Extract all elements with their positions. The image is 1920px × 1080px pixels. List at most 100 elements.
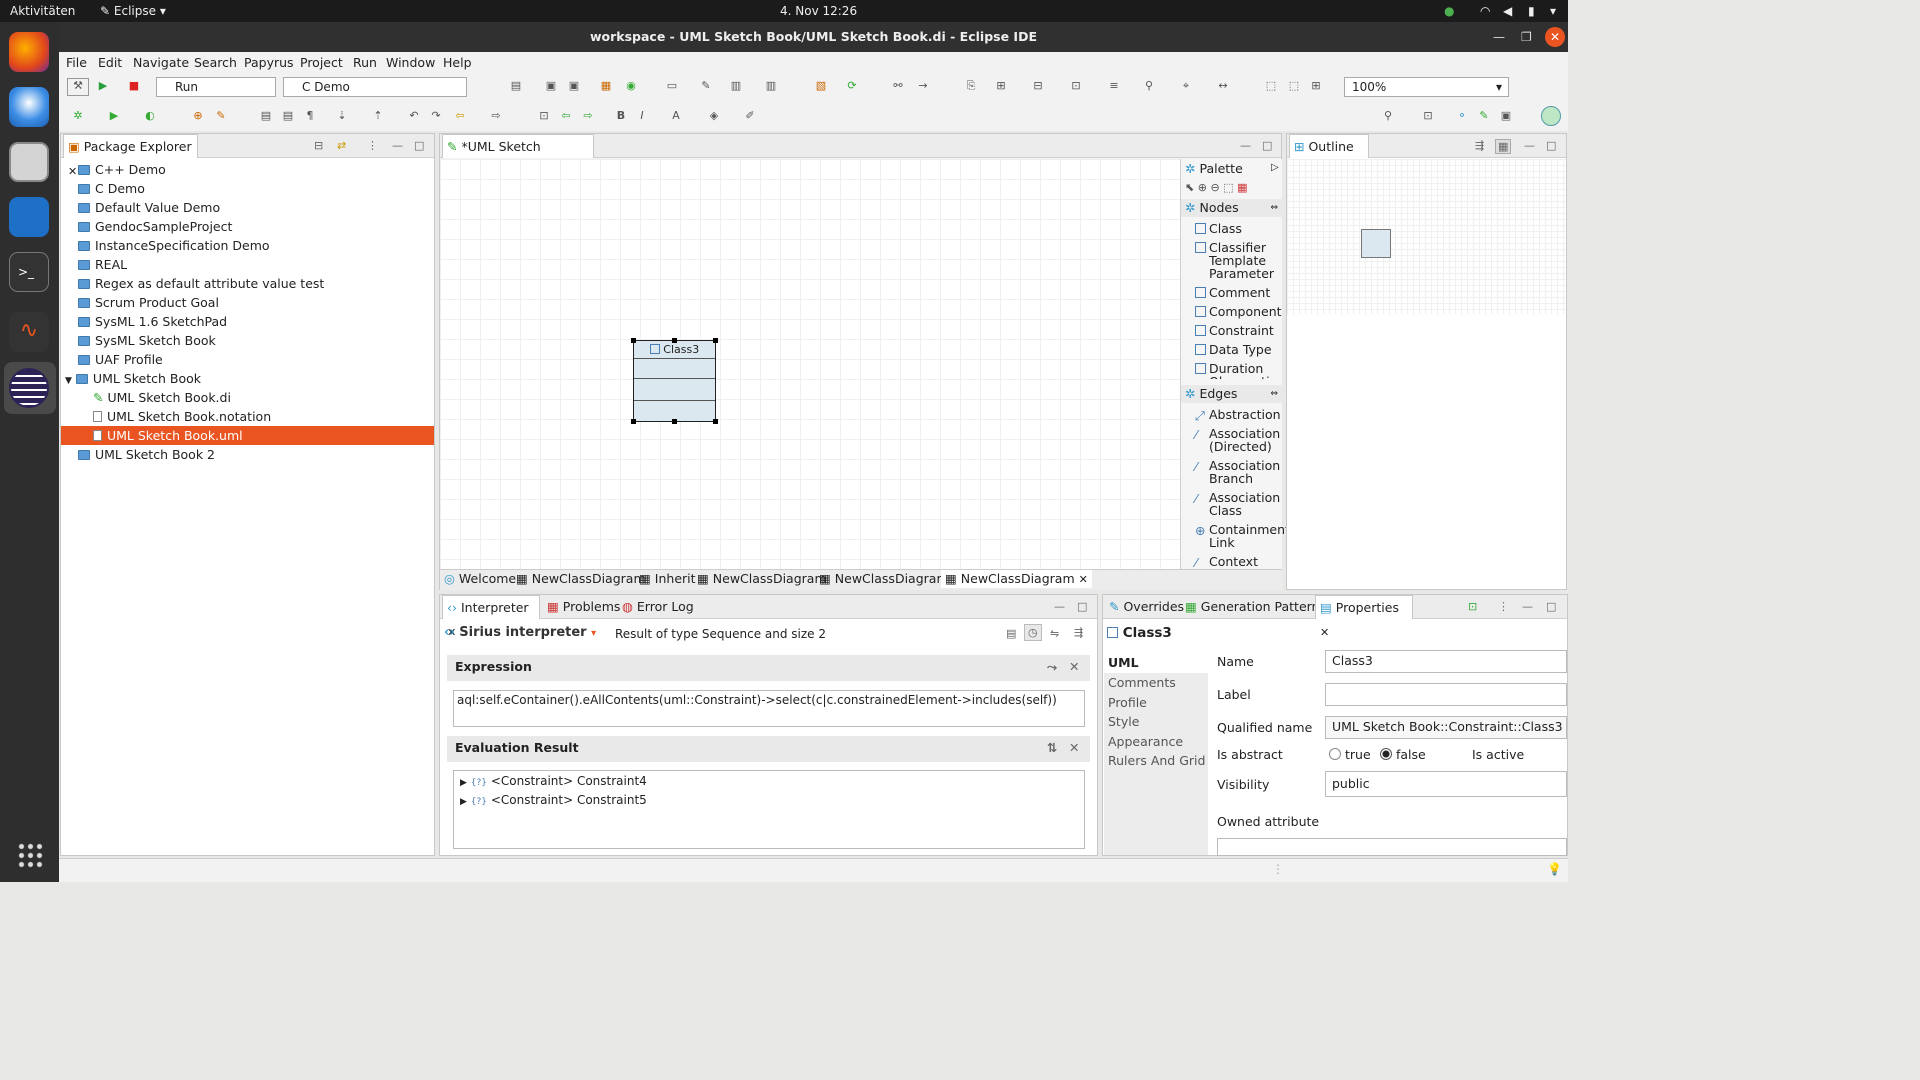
menu-help[interactable]: Help — [443, 55, 472, 70]
prev-annotation-icon[interactable]: ⇡ — [371, 109, 385, 123]
interpreter-select[interactable]: ‹› Sirius interpreter ▾ — [444, 625, 596, 640]
activities-button[interactable]: Aktivitäten — [10, 4, 75, 18]
search-icon[interactable]: ⚲ — [1381, 109, 1395, 123]
diagram-tab[interactable]: ▦ NewClassDiagram — [516, 570, 646, 588]
tab-uml-sketch-book-di[interactable]: ✎ *UML Sketch Book.di ✕ — [442, 134, 594, 178]
palette-item-association-directed[interactable]: ⁄ Association (Directed) — [1195, 427, 1281, 453]
close-icon[interactable]: ✕ — [68, 165, 77, 178]
build-icon[interactable]: ⚒ — [67, 78, 89, 96]
pin-icon[interactable]: ⇔ — [1270, 199, 1278, 217]
maximize-view-icon[interactable]: □ — [1546, 600, 1556, 613]
minimize-view-icon[interactable]: — — [392, 139, 403, 152]
perspective-papyrus-icon[interactable]: ✎ — [1477, 109, 1491, 123]
tree-item[interactable]: C Demo — [78, 179, 145, 198]
tab-problems[interactable]: ▦ Problems — [543, 595, 624, 619]
collapse-all-icon[interactable]: ⊟ — [314, 139, 323, 152]
tree-item[interactable]: REAL — [78, 255, 127, 274]
tree-item[interactable]: C++ Demo — [78, 160, 166, 179]
next-annotation-icon[interactable]: ⇣ — [335, 109, 349, 123]
palette-item-constraint[interactable]: Constraint — [1195, 324, 1274, 337]
palette-item-data-type[interactable]: Data Type — [1195, 343, 1272, 356]
redo-icon[interactable]: ↷ — [429, 109, 443, 123]
result-row[interactable]: ▶ {?} <Constraint> Constraint5 — [460, 793, 647, 807]
collapsed-arrow-icon[interactable]: ▶ — [460, 778, 467, 788]
diagram-tab-inherit[interactable]: ▦ Inherit — [639, 570, 696, 588]
view-menu-icon[interactable]: ⋮ — [1498, 600, 1509, 613]
perspective-debug-icon[interactable]: ▣ — [1499, 109, 1513, 123]
properties-category-uml[interactable]: UML — [1104, 653, 1208, 673]
minimize-icon[interactable]: — — [1493, 22, 1505, 52]
palette-item-association-branch[interactable]: ⁄ Association Branch — [1195, 459, 1281, 485]
diagram-tab-active[interactable]: ▦ NewClassDiagram ✕ — [941, 570, 1092, 588]
class-nested-compartment[interactable] — [634, 401, 715, 419]
properties-category-appearance[interactable]: Appearance — [1104, 732, 1208, 752]
diagram-canvas[interactable]: Class3 — [440, 159, 1180, 569]
tab-outline[interactable]: ⊞ Outline ✕ — [1289, 134, 1369, 178]
toggle-icon[interactable]: ▤ — [259, 109, 273, 123]
menu-search[interactable]: Search — [194, 55, 237, 70]
palette-item-abstraction[interactable]: ⤢ Abstraction — [1195, 408, 1281, 422]
palette-item-containment-link[interactable]: ⊕ Containment Link — [1195, 523, 1290, 549]
fill-color-icon[interactable]: ◈ — [707, 109, 721, 123]
arrange-icon[interactable]: ⊞ — [994, 79, 1008, 93]
owned-attribute-list[interactable] — [1217, 838, 1567, 856]
expression-input[interactable]: aql:self.eContainer().eAllContents(uml::… — [453, 690, 1085, 727]
close-icon[interactable]: ✕ — [1320, 626, 1329, 639]
volume-icon[interactable]: ◀ — [1503, 4, 1512, 18]
menu-project[interactable]: Project — [300, 55, 343, 70]
bold-icon[interactable]: B — [614, 109, 628, 123]
align-icon[interactable]: ⊟ — [1031, 79, 1045, 93]
minimize-view-icon[interactable]: — — [1522, 600, 1533, 613]
resize-handle[interactable] — [713, 338, 718, 343]
layout-icon[interactable]: ▥ — [729, 79, 743, 93]
maximize-view-icon[interactable]: □ — [1262, 139, 1272, 152]
run-launch-icon[interactable]: ▶ — [96, 79, 110, 93]
size-icon[interactable]: ↔ — [1216, 79, 1230, 93]
tree-item[interactable]: ▼ UML Sketch Book — [65, 369, 201, 388]
toggle-2-icon[interactable]: ▤ — [281, 109, 295, 123]
refresh-icon[interactable]: ⟳ — [845, 79, 859, 93]
palette-edges-drawer[interactable]: ✲ Edges ⇔ — [1181, 385, 1282, 403]
diagram-tab[interactable]: ▦ NewClassDiagram — [697, 570, 827, 588]
font-color-icon[interactable]: A — [669, 109, 683, 123]
clear-result-icon[interactable]: ✕ — [1069, 736, 1079, 760]
minimize-view-icon[interactable]: — — [1524, 139, 1535, 152]
debug-icon[interactable]: ✲ — [71, 109, 85, 123]
pin-icon[interactable]: ⇔ — [1270, 385, 1278, 403]
is-abstract-false-radio[interactable] — [1380, 748, 1392, 760]
pencil-icon[interactable]: ✎ — [699, 79, 713, 93]
files-icon[interactable] — [9, 142, 49, 182]
palette-item-comment[interactable]: Comment — [1195, 286, 1270, 299]
status-ok-icon[interactable]: ● — [1444, 4, 1454, 18]
collapsed-arrow-icon[interactable]: ▶ — [460, 797, 467, 807]
tree-item[interactable]: Default Value Demo — [78, 198, 220, 217]
menu-window[interactable]: Window — [386, 55, 435, 70]
realtime-icon[interactable]: ◷ — [1024, 624, 1042, 641]
tree-item[interactable]: UML Sketch Book 2 — [78, 445, 215, 464]
view-menu-icon[interactable]: ⋮ — [367, 139, 378, 152]
minimize-view-icon[interactable]: — — [1054, 600, 1065, 613]
outline-overview-icon[interactable]: ▦ — [1495, 139, 1512, 154]
clear-expression-icon[interactable]: ✕ — [1069, 655, 1079, 679]
arrow-right-icon[interactable]: → — [916, 79, 930, 93]
variables-icon[interactable]: ⇋ — [1050, 627, 1059, 640]
link-editor-icon[interactable]: ⇄ — [337, 139, 346, 152]
wifi-icon[interactable]: ◠ — [1480, 4, 1490, 18]
maximize-view-icon[interactable]: □ — [414, 139, 424, 152]
tab-properties[interactable]: ▤ Properties ✕ — [1315, 595, 1413, 639]
coverage-icon[interactable]: ◐ — [143, 109, 157, 123]
layout-2-icon[interactable]: ▥ — [764, 79, 778, 93]
launch-config-select[interactable]: C Demo — [283, 77, 467, 97]
close-icon[interactable]: ✕ — [1545, 27, 1565, 47]
tree-item[interactable]: Scrum Product Goal — [78, 293, 219, 312]
open-perspective-icon[interactable]: ⊡ — [537, 109, 551, 123]
perspective-sirius-icon[interactable] — [1541, 106, 1561, 126]
result-row[interactable]: ▶ {?} <Constraint> Constraint4 — [460, 774, 647, 788]
palette-header[interactable]: ✲ Palette — [1185, 161, 1243, 176]
clear-icon[interactable]: ▤ — [1006, 627, 1016, 640]
tab-generation-patterns[interactable]: ▦ Generation Patterns — [1181, 595, 1330, 619]
menu-file[interactable]: File — [66, 55, 87, 70]
marquee-icon[interactable]: ⬚ — [1223, 181, 1233, 194]
diagram-tab-welcome[interactable]: ◎ Welcome — [444, 570, 516, 588]
new-icon[interactable]: ▤ — [509, 79, 523, 93]
